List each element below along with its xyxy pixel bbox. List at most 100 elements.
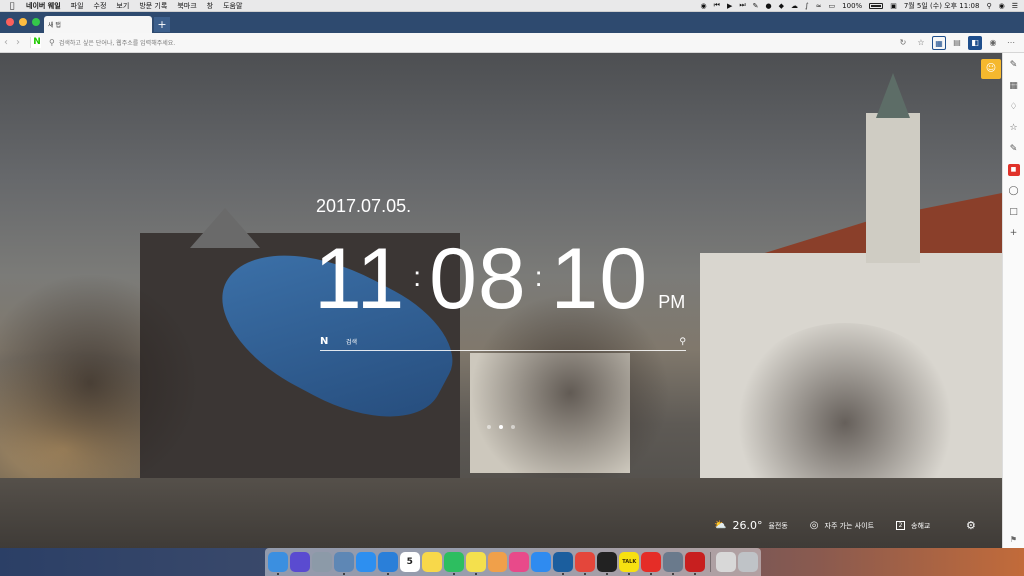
pager-dot[interactable] — [487, 425, 491, 429]
back-icon[interactable]: ‹ — [0, 37, 12, 48]
acrobat-icon[interactable] — [685, 552, 706, 575]
settings-gear-icon[interactable]: ⚙ — [966, 519, 976, 532]
weather-location[interactable]: 율전동 — [768, 521, 787, 531]
naver-logo-icon[interactable]: N — [30, 37, 41, 48]
safari-icon[interactable] — [355, 552, 376, 572]
minimize-window-button[interactable] — [19, 18, 27, 26]
calendar-icon[interactable]: 5 — [399, 552, 420, 572]
evernote-icon[interactable] — [443, 552, 464, 575]
dropbox-icon[interactable]: ◆ — [779, 2, 784, 10]
xcode-icon[interactable] — [377, 552, 398, 575]
menu-bar:  네이버 웨일 파일 수정 보기 방문 기록 북마크 창 도움말 ◉ ⏮ ▶ … — [0, 0, 1024, 12]
sidebar-chat-icon[interactable]: □ — [1008, 206, 1020, 218]
sidebar-clock-icon[interactable]: ◯ — [1008, 185, 1020, 197]
sidebar-bookmark-icon[interactable]: ☆ — [1008, 122, 1020, 134]
finder-icon[interactable] — [268, 552, 288, 575]
capture-icon[interactable]: ▦ — [932, 35, 946, 50]
play-icon[interactable]: ▶ — [727, 2, 732, 10]
spotlight-icon[interactable]: ⚲ — [986, 2, 991, 10]
window-controls — [0, 18, 40, 33]
whale-icon[interactable] — [553, 552, 574, 575]
sidebar-toggle-icon[interactable]: ◧ — [968, 35, 982, 50]
menu-history[interactable]: 방문 기록 — [139, 1, 167, 11]
clock-separator: : — [413, 261, 422, 292]
next-track-icon[interactable]: ⏭ — [739, 1, 745, 10]
menu-help[interactable]: 도움말 — [223, 1, 242, 11]
menu-file[interactable]: 파일 — [71, 1, 84, 11]
remote-icon[interactable] — [663, 552, 684, 575]
wifi-icon[interactable]: ≈ — [816, 2, 822, 10]
menu-bookmarks[interactable]: 북마크 — [177, 1, 196, 11]
menu-clock[interactable]: 7월 5일 (수) 오후 11:08 — [904, 1, 980, 11]
display-icon[interactable]: ▭ — [829, 2, 836, 10]
bookmark-star-icon[interactable]: ☆ — [914, 36, 928, 50]
menu-window[interactable]: 창 — [207, 1, 213, 11]
pager-dot-active[interactable] — [499, 425, 503, 429]
battery-icon[interactable] — [869, 2, 884, 9]
frequent-sites-label[interactable]: 자주 가는 사이트 — [825, 521, 875, 531]
extension-icon[interactable]: ◉ — [986, 36, 1000, 50]
evernote-status-icon[interactable]: ✎ — [753, 2, 759, 10]
cloud-icon[interactable]: ☁ — [791, 2, 798, 10]
memo-label[interactable]: 송해교 — [911, 521, 930, 531]
appstore-icon[interactable] — [531, 552, 552, 572]
record-icon[interactable]: ◉ — [701, 2, 707, 10]
menu-view[interactable]: 보기 — [116, 1, 129, 11]
input-source-icon[interactable]: ▣ — [890, 2, 897, 10]
photos-icon[interactable] — [487, 552, 508, 572]
notes-icon[interactable] — [421, 552, 442, 572]
memo-count-badge[interactable]: 2 — [896, 521, 906, 530]
clock: 11 : 08 : 10 PM — [314, 236, 685, 322]
sidebar-pocket-icon[interactable]: ♢ — [1008, 101, 1020, 113]
chrome-icon[interactable] — [575, 552, 596, 575]
address-input[interactable]: 검색하고 싶은 단어나, 웹주소를 입력해주세요. — [59, 38, 175, 47]
apple-menu-icon[interactable]:  — [6, 1, 18, 10]
siri-icon[interactable] — [289, 552, 310, 572]
frequent-sites-icon[interactable]: ◎ — [810, 520, 819, 531]
terminal-icon[interactable] — [597, 552, 618, 575]
menu-app-name[interactable]: 네이버 웨일 — [26, 1, 61, 11]
sidebar-pin-icon[interactable]: ⚑ — [1010, 535, 1017, 544]
search-submit-icon[interactable]: ⚲ — [679, 337, 686, 347]
naver-search-box[interactable]: N 검색 ⚲ — [320, 333, 686, 351]
youtube-icon[interactable] — [641, 552, 662, 575]
sidebar-add-icon[interactable]: + — [1008, 227, 1020, 239]
sidebar-translate-icon[interactable]: ✎ — [1008, 59, 1020, 71]
bubble-status-icon[interactable]: ● — [766, 2, 772, 10]
mobile-window-icon[interactable]: ▤ — [950, 36, 964, 50]
pager-dot[interactable] — [511, 425, 515, 429]
tab-new-tab[interactable]: 새 탭 — [44, 16, 152, 33]
weather-temperature[interactable]: 26.0° — [732, 519, 762, 532]
user-avatar-icon[interactable]: ◉ — [999, 2, 1005, 10]
trash-icon[interactable] — [738, 552, 758, 572]
menu-edit[interactable]: 수정 — [94, 1, 107, 11]
background-church-tower — [866, 113, 920, 263]
reload-icon[interactable]: ↻ — [896, 36, 910, 50]
background-pager — [487, 425, 515, 429]
launchpad-icon[interactable] — [311, 552, 332, 572]
sidebar-papago-icon[interactable]: ■ — [1007, 164, 1020, 176]
clock-separator: : — [534, 261, 543, 292]
search-icon: ⚲ — [49, 38, 55, 47]
sidebar-clipboard-icon[interactable]: ✎ — [1008, 143, 1020, 155]
notification-center-icon[interactable]: ☰ — [1012, 2, 1018, 10]
zoom-window-button[interactable] — [32, 18, 40, 26]
sidebar-apps-icon[interactable]: ▦ — [1008, 80, 1020, 92]
background-tower-spire — [876, 73, 910, 118]
new-tab-button[interactable]: + — [154, 17, 170, 32]
naver-search-input[interactable]: 검색 — [346, 337, 357, 346]
naver-search-logo: N — [320, 336, 329, 347]
more-menu-icon[interactable]: ⋯ — [1004, 36, 1018, 50]
bluetooth-icon[interactable]: ∫ — [805, 2, 809, 10]
stickies-icon[interactable] — [465, 552, 486, 575]
kakaotalk-icon[interactable]: TALK — [619, 552, 640, 575]
forward-icon[interactable]: › — [12, 37, 24, 48]
feedback-button[interactable]: ☺ — [981, 59, 1001, 79]
close-window-button[interactable] — [6, 18, 14, 26]
documents-icon[interactable] — [716, 552, 737, 572]
toolbar: ‹ › N ⚲ 검색하고 싶은 단어나, 웹주소를 입력해주세요. ↻ ☆ ▦ … — [0, 33, 1024, 53]
preview-icon[interactable] — [333, 552, 354, 575]
battery-percent[interactable]: 100% — [842, 2, 862, 10]
previous-track-icon[interactable]: ⏮ — [714, 1, 720, 10]
itunes-icon[interactable] — [509, 552, 530, 572]
